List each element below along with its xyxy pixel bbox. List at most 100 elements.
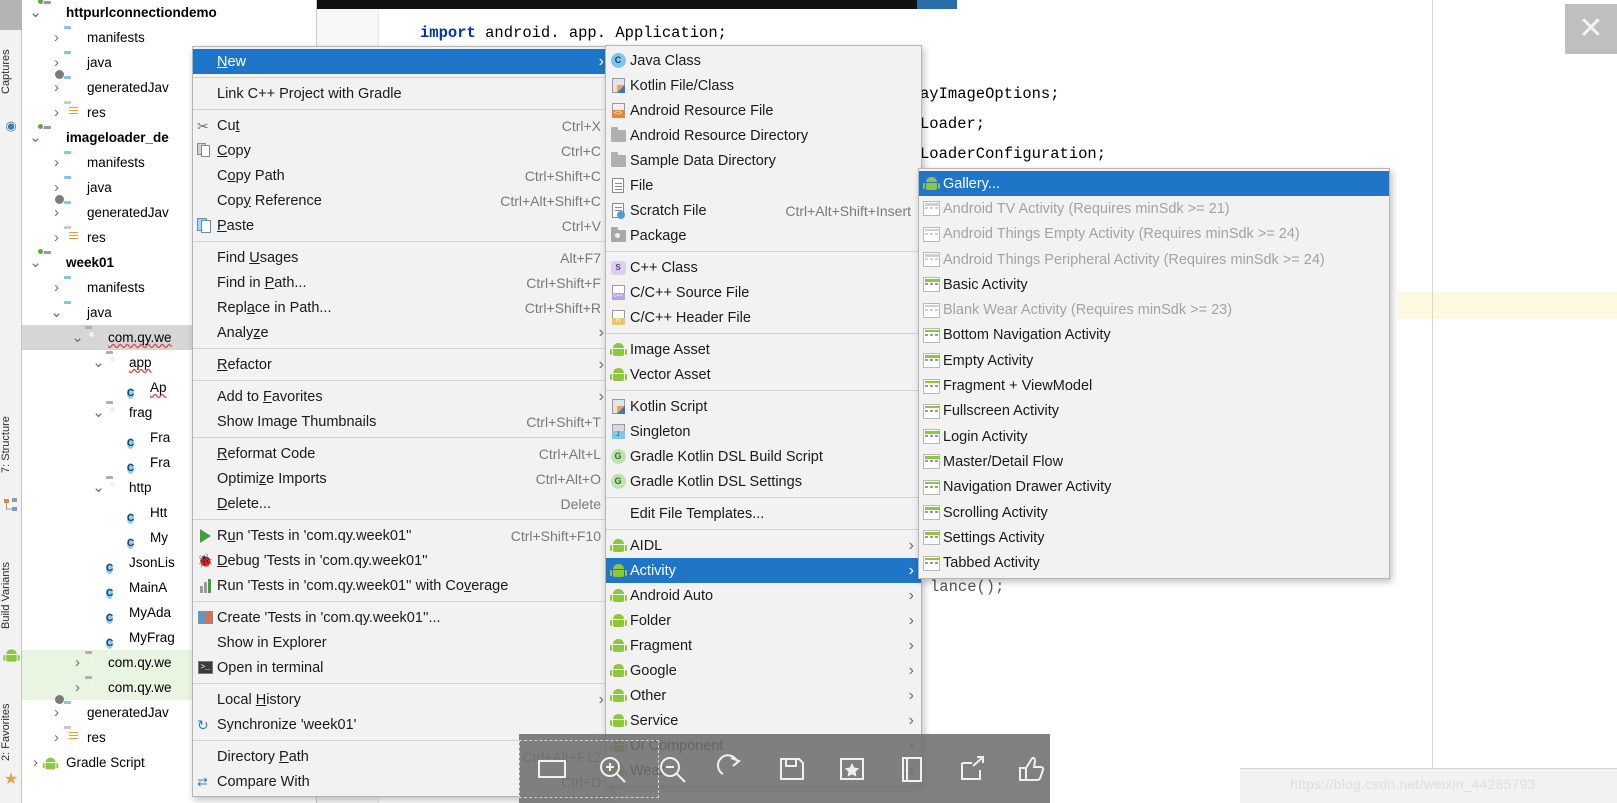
menu-item-show-image-thumbnails[interactable]: Show Image Thumbnails Ctrl+Shift+T — [193, 409, 611, 434]
menu-item-google[interactable]: Google › — [606, 658, 921, 683]
menu-item-replace-in-path[interactable]: Replace in Path... Ctrl+Shift+R — [193, 295, 611, 320]
menu-item-show-in-explorer[interactable]: Show in Explorer — [193, 630, 611, 655]
menu-item-gradle-kotlin-dsl-settings[interactable]: G Gradle Kotlin DSL Settings — [606, 469, 921, 494]
menu-item-bottom-navigation-activity[interactable]: Bottom Navigation Activity — [919, 323, 1389, 348]
menu-item-kotlin-file-class[interactable]: Kotlin File/Class — [606, 73, 921, 98]
chevron-right-icon[interactable]: › — [49, 200, 64, 225]
menu-item-tabbed-activity[interactable]: Tabbed Activity — [919, 550, 1389, 575]
sidebar-item-structure[interactable]: 7: Structure — [0, 400, 22, 490]
menu-item-run-tests-in-com-qy-week01-with-coverage[interactable]: Run 'Tests in 'com.qy.week01'' with Cove… — [193, 573, 611, 598]
menu-item-delete[interactable]: Delete... Delete — [193, 491, 611, 516]
chevron-down-icon[interactable]: ⌄ — [49, 305, 64, 320]
menu-item-refactor[interactable]: Refactor › — [193, 352, 611, 377]
menu-item-find-usages[interactable]: Find Usages Alt+F7 — [193, 245, 611, 270]
menu-item-reformat-code[interactable]: Reformat Code Ctrl+Alt+L — [193, 441, 611, 466]
menu-item-java-class[interactable]: C Java Class — [606, 48, 921, 73]
active-editor-tab[interactable] — [917, 0, 957, 9]
chevron-right-icon[interactable]: › — [49, 25, 64, 50]
chevron-down-icon[interactable]: ⌄ — [28, 255, 43, 270]
menu-item-service[interactable]: Service › — [606, 708, 921, 733]
chevron-right-icon[interactable]: › — [49, 700, 64, 725]
menu-item-singleton[interactable]: Singleton — [606, 419, 921, 444]
menu-item-settings-activity[interactable]: Settings Activity — [919, 525, 1389, 550]
menu-item-vector-asset[interactable]: Vector Asset — [606, 362, 921, 387]
menu-item-file[interactable]: File — [606, 173, 921, 198]
menu-item-scrolling-activity[interactable]: Scrolling Activity — [919, 500, 1389, 525]
menu-item-find-in-path[interactable]: Find in Path... Ctrl+Shift+F — [193, 270, 611, 295]
activity-submenu[interactable]: Gallery... Android TV Activity (Requires … — [918, 168, 1390, 579]
menu-item-debug-tests-in-com-qy-week01[interactable]: 🐞 Debug 'Tests in 'com.qy.week01'' — [193, 548, 611, 573]
menu-item-analyze[interactable]: Analyze › — [193, 320, 611, 345]
chevron-down-icon[interactable]: ⌄ — [91, 480, 106, 495]
menu-item-fullscreen-activity[interactable]: Fullscreen Activity — [919, 399, 1389, 424]
menu-item-optimize-imports[interactable]: Optimize Imports Ctrl+Alt+O — [193, 466, 611, 491]
chevron-down-icon[interactable]: ⌄ — [28, 5, 43, 20]
menu-item-activity[interactable]: Activity › — [606, 558, 921, 583]
menu-item-fragment[interactable]: Fragment › — [606, 633, 921, 658]
close-button[interactable]: ✕ — [1565, 4, 1617, 54]
menu-item-empty-activity[interactable]: Empty Activity — [919, 348, 1389, 373]
menu-item-other[interactable]: Other › — [606, 683, 921, 708]
menu-item-package[interactable]: Package — [606, 223, 921, 248]
menu-item-open-in-terminal[interactable]: >_ Open in terminal — [193, 655, 611, 680]
chevron-down-icon[interactable]: ⌄ — [91, 405, 106, 420]
chevron-down-icon[interactable]: ⌄ — [70, 330, 85, 345]
copy-page-icon[interactable] — [893, 750, 931, 788]
redo-arrow-icon[interactable] — [713, 750, 751, 788]
menu-item-gradle-kotlin-dsl-build-script[interactable]: G Gradle Kotlin DSL Build Script — [606, 444, 921, 469]
menu-item-android-resource-file[interactable]: Android Resource File — [606, 98, 921, 123]
chevron-right-icon[interactable]: › — [70, 675, 85, 700]
floppy-disk-icon[interactable] — [773, 750, 811, 788]
menu-item-run-tests-in-com-qy-week01[interactable]: Run 'Tests in 'com.qy.week01'' Ctrl+Shift… — [193, 523, 611, 548]
menu-item-local-history[interactable]: Local History › — [193, 687, 611, 712]
menu-item-folder[interactable]: Folder › — [606, 608, 921, 633]
menu-item-kotlin-script[interactable]: Kotlin Script — [606, 394, 921, 419]
menu-item-sample-data-directory[interactable]: Sample Data Directory — [606, 148, 921, 173]
menu-item-copy-path[interactable]: Copy Path Ctrl+Shift+C — [193, 163, 611, 188]
screenshot-selection-box[interactable] — [519, 740, 659, 798]
chevron-right-icon[interactable]: › — [28, 750, 43, 775]
bookmark-star-icon[interactable] — [833, 750, 871, 788]
menu-item-c-c-source-file[interactable]: C/C++ Source File — [606, 280, 921, 305]
menu-item-master-detail-flow[interactable]: Master/Detail Flow — [919, 449, 1389, 474]
menu-item-copy-reference[interactable]: Copy Reference Ctrl+Alt+Shift+C — [193, 188, 611, 213]
project-context-menu[interactable]: New › Link C++ Project with Gradle ✂ Cut Ctrl… — [192, 46, 612, 797]
menu-item-login-activity[interactable]: Login Activity — [919, 424, 1389, 449]
menu-item-image-asset[interactable]: Image Asset — [606, 337, 921, 362]
sidebar-item-favorites[interactable]: 2: Favorites — [0, 690, 22, 775]
chevron-right-icon[interactable]: › — [49, 275, 64, 300]
menu-item-android-auto[interactable]: Android Auto › — [606, 583, 921, 608]
menu-item-paste[interactable]: Paste Ctrl+V — [193, 213, 611, 238]
chevron-right-icon[interactable]: › — [49, 100, 64, 125]
menu-item-c-c-header-file[interactable]: C/C++ Header File — [606, 305, 921, 330]
menu-item-fragment-viewmodel[interactable]: Fragment + ViewModel — [919, 373, 1389, 398]
menu-item-link-c-project-with-gradle[interactable]: Link C++ Project with Gradle — [193, 81, 611, 106]
menu-item-edit-file-templates[interactable]: Edit File Templates... — [606, 501, 921, 526]
menu-item-c-class[interactable]: S C++ Class — [606, 255, 921, 280]
menu-item-navigation-drawer-activity[interactable]: Navigation Drawer Activity — [919, 475, 1389, 500]
new-submenu[interactable]: CJava Class Kotlin File/Class Android Reso… — [605, 45, 922, 786]
menu-item-aidl[interactable]: AIDL › — [606, 533, 921, 558]
menu-item-cut[interactable]: ✂ Cut Ctrl+X — [193, 113, 611, 138]
chevron-down-icon[interactable]: ⌄ — [28, 130, 43, 145]
chevron-right-icon[interactable]: › — [70, 650, 85, 675]
menu-item-create-tests-in-com-qy-week01[interactable]: Create 'Tests in 'com.qy.week01''... — [193, 605, 611, 630]
menu-item-gallery[interactable]: Gallery... — [919, 171, 1389, 197]
chevron-right-icon[interactable]: › — [49, 225, 64, 250]
menu-item-new[interactable]: New › — [193, 49, 611, 74]
chevron-right-icon[interactable]: › — [49, 725, 64, 750]
chevron-right-icon[interactable]: › — [49, 75, 64, 100]
menu-item-basic-activity[interactable]: Basic Activity — [919, 272, 1389, 297]
chevron-down-icon[interactable]: ⌄ — [91, 355, 106, 370]
menu-separator — [606, 390, 921, 391]
sidebar-item-captures[interactable]: Captures — [0, 32, 22, 112]
share-arrow-icon[interactable] — [953, 750, 991, 788]
menu-item-scratch-file[interactable]: Scratch File Ctrl+Alt+Shift+Insert — [606, 198, 921, 223]
sidebar-item-build-variants[interactable]: Build Variants — [0, 545, 22, 645]
thumbs-up-icon[interactable] — [1013, 750, 1051, 788]
menu-item-android-resource-directory[interactable]: Android Resource Directory — [606, 123, 921, 148]
chevron-right-icon[interactable]: › — [49, 150, 64, 175]
tree-row[interactable]: ⌄ httpurlconnectiondemo — [22, 0, 316, 25]
menu-item-copy[interactable]: Copy Ctrl+C — [193, 138, 611, 163]
menu-item-add-to-favorites[interactable]: Add to Favorites › — [193, 384, 611, 409]
